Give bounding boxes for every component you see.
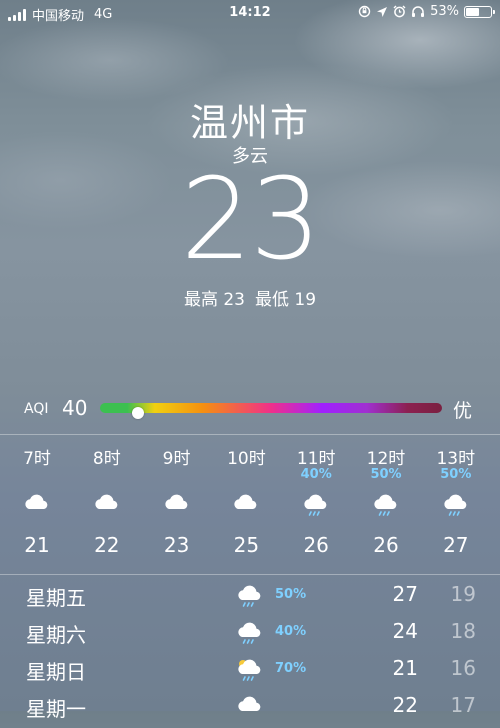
rain-sun-cloud-icon <box>236 656 266 682</box>
daily-high: 21 <box>392 656 418 680</box>
high-low-row: 最高 23 最低 19 <box>0 285 500 310</box>
divider-top <box>0 434 500 435</box>
daily-precip: 70% <box>275 661 307 676</box>
hourly-time: 11时 <box>296 449 336 469</box>
daily-low: 16 <box>450 656 476 680</box>
hourly-time: 8时 <box>92 449 121 469</box>
daily-day: 星期六 <box>26 623 86 647</box>
cloud-icon <box>236 693 266 719</box>
hourly-precip: 40% <box>300 467 332 482</box>
high-temp: 最高 23 <box>183 290 245 310</box>
hourly-temp: 26 <box>373 533 399 557</box>
alarm-icon <box>393 5 406 18</box>
hourly-time: 12时 <box>366 449 406 469</box>
aqi-label: AQI <box>24 401 49 417</box>
hourly-item: 13时 50% 27 <box>426 444 486 557</box>
daily-high: 27 <box>392 582 418 606</box>
hourly-item: 9时 23 <box>147 444 207 557</box>
aqi-indicator <box>132 407 144 419</box>
daily-row: 星期日 70% 21 16 <box>0 654 500 691</box>
hourly-precip: 50% <box>370 467 402 482</box>
daily-high: 24 <box>392 619 418 643</box>
hourly-temp: 26 <box>303 533 329 557</box>
hourly-time: 9时 <box>162 449 191 469</box>
battery-icon <box>464 5 495 18</box>
cloud-icon <box>7 491 67 519</box>
hourly-precip <box>216 467 276 485</box>
battery-percent: 53% <box>430 4 459 19</box>
headphones-icon <box>412 6 425 17</box>
divider-middle <box>0 574 500 575</box>
daily-row: 星期六 40% 24 18 <box>0 617 500 654</box>
daily-low: 17 <box>450 693 476 717</box>
daily-day: 星期一 <box>26 697 86 721</box>
hourly-temp: 25 <box>233 533 260 557</box>
daily-low: 18 <box>450 619 476 643</box>
hourly-temp: 23 <box>163 533 190 557</box>
rain-cloud-icon <box>236 582 266 608</box>
hourly-precip <box>147 467 207 485</box>
hourly-time: 13时 <box>436 449 476 469</box>
aqi-value: 40 <box>62 396 88 420</box>
cloud-icon <box>77 491 137 519</box>
aqi-scale-bar <box>100 403 442 419</box>
rain-cloud-icon <box>286 491 346 519</box>
location-arrow-icon <box>377 6 388 17</box>
hourly-item: 10时 25 <box>216 444 276 557</box>
hourly-item: 12时 50% 26 <box>356 444 416 557</box>
current-temperature: 23 <box>180 155 322 285</box>
daily-row: 星期五 50% 27 19 <box>0 580 500 617</box>
hourly-temp: 21 <box>24 533 50 557</box>
daily-day: 星期日 <box>26 660 86 684</box>
rain-cloud-icon <box>236 619 266 645</box>
hourly-forecast[interactable]: 7时 21 8时 22 9时 23 10时 25 11时 40% 26 12时 50% 26 13时 50% 2… <box>0 444 500 562</box>
aqi-row[interactable]: AQI 40 优 <box>24 396 476 422</box>
hourly-time: 10时 <box>227 449 266 469</box>
hourly-time: 7时 <box>23 449 51 469</box>
hourly-precip <box>7 467 67 485</box>
daily-day: 星期五 <box>26 586 86 610</box>
rotation-lock-icon <box>358 5 371 18</box>
daily-precip: 50% <box>275 587 307 602</box>
status-bar: 中国移动 4G 14:12 53% <box>0 0 500 26</box>
rain-cloud-icon <box>426 491 486 519</box>
rain-cloud-icon <box>356 491 416 519</box>
hourly-precip: 50% <box>440 467 472 482</box>
hourly-item: 8时 22 <box>77 444 137 557</box>
daily-low: 19 <box>450 582 476 606</box>
daily-forecast[interactable]: 星期五 50% 27 19 星期六 40% 24 18 星期日 70% 21 16 星期一 22 17 <box>0 580 500 728</box>
cloud-icon <box>147 491 207 519</box>
daily-row: 星期一 22 17 <box>0 691 500 728</box>
daily-high: 22 <box>392 693 418 717</box>
hourly-temp: 27 <box>443 533 469 557</box>
city-name: 温州市 <box>189 101 310 145</box>
status-right: 53% <box>358 4 495 19</box>
hourly-item: 7时 21 <box>7 444 67 557</box>
aqi-grade: 优 <box>452 400 472 422</box>
hourly-item: 11时 40% 26 <box>286 444 346 557</box>
daily-precip: 40% <box>275 624 307 639</box>
cloud-icon <box>216 491 276 519</box>
low-temp: 最低 19 <box>255 290 317 310</box>
hourly-precip <box>77 467 137 485</box>
hourly-temp: 22 <box>94 533 120 557</box>
